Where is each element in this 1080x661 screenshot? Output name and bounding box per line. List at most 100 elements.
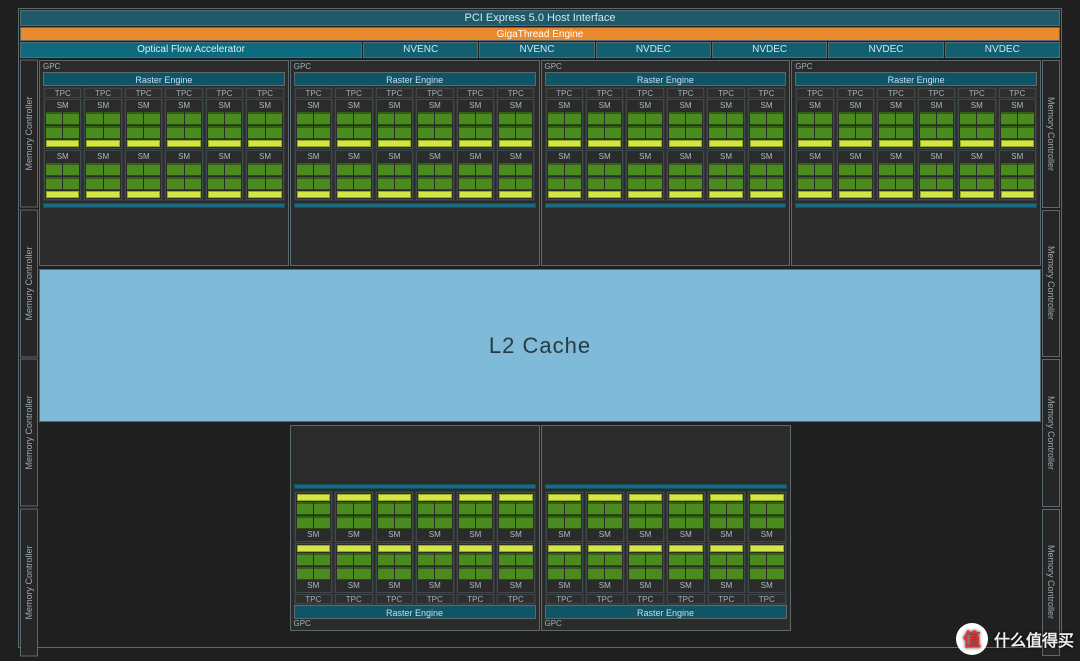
cuda-cores: [499, 126, 532, 139]
cuda-cores: [127, 112, 160, 125]
cuda-cores: [548, 502, 582, 515]
tpc-label: TPC: [44, 88, 81, 98]
nvdec-block: NVDEC: [945, 42, 1060, 58]
optical-flow-accelerator: Optical Flow Accelerator: [20, 42, 362, 58]
sm-label: SM: [46, 152, 79, 162]
sm-label: SM: [418, 581, 452, 591]
tpc-block: TPCSMSM: [294, 87, 333, 201]
tpc-block: TPCSMSM: [795, 87, 834, 201]
sm-block: SM: [246, 99, 283, 149]
cuda-cores: [548, 177, 581, 190]
memory-controller: Memory Controller: [20, 509, 38, 657]
cuda-cores: [378, 112, 411, 125]
tpc-block: TPCSMSM: [998, 87, 1037, 201]
cuda-cores: [248, 126, 281, 139]
cuda-cores: [588, 163, 621, 176]
raster-engine: Raster Engine: [43, 72, 285, 86]
tpc-label: TPC: [335, 88, 372, 98]
cuda-cores: [127, 126, 160, 139]
gpc-row-bottom: GPCRaster EngineTPCSMSMTPCSMSMTPCSMSMTPC…: [39, 425, 1041, 631]
sm-label: SM: [46, 101, 79, 111]
cuda-cores: [86, 177, 119, 190]
sm-block: SM: [335, 492, 373, 542]
cuda-cores: [86, 112, 119, 125]
tpc-block: TPCSMSM: [625, 87, 664, 201]
cuda-cores: [337, 553, 371, 566]
cuda-cores: [378, 177, 411, 190]
sm-label: SM: [378, 581, 412, 591]
cuda-cores: [750, 112, 783, 125]
cuda-cores: [418, 177, 451, 190]
sm-block: SM: [708, 543, 746, 593]
rt-core: [588, 191, 621, 198]
sm-label: SM: [248, 152, 281, 162]
tpc-block: TPCSMSM: [585, 491, 625, 605]
tpc-block: TPCSMSM: [205, 87, 244, 201]
cuda-cores: [669, 553, 703, 566]
cuda-cores: [548, 516, 582, 529]
rt-core: [378, 140, 411, 147]
rt-core: [798, 140, 831, 147]
tpc-block: TPCSMSM: [415, 491, 455, 605]
sm-block: SM: [335, 150, 372, 200]
cuda-cores: [499, 177, 532, 190]
cuda-cores: [167, 112, 200, 125]
tpc-label: TPC: [748, 88, 785, 98]
cuda-cores: [628, 177, 661, 190]
sm-label: SM: [709, 152, 742, 162]
nvdec-block: NVDEC: [596, 42, 711, 58]
tpc-block: TPCSMSM: [626, 491, 666, 605]
rt-core: [669, 494, 703, 501]
cuda-cores: [337, 126, 370, 139]
cuda-cores: [378, 502, 412, 515]
cuda-cores: [167, 126, 200, 139]
rt-core: [167, 191, 200, 198]
sm-block: SM: [667, 543, 705, 593]
cuda-cores: [46, 163, 79, 176]
sm-label: SM: [297, 152, 330, 162]
tpc-block: TPCSMSM: [545, 491, 585, 605]
tpc-label: TPC: [667, 88, 704, 98]
rt-core: [337, 191, 370, 198]
gpc-block: GPCRaster EngineTPCSMSMTPCSMSMTPCSMSMTPC…: [290, 425, 540, 631]
gpc-interconnect: [545, 203, 787, 208]
sm-block: SM: [457, 492, 495, 542]
tpc-block: TPCSMSM: [124, 87, 163, 201]
sm-label: SM: [297, 101, 330, 111]
tpc-block: TPCSMSM: [496, 491, 536, 605]
sm-block: SM: [457, 543, 495, 593]
sm-label: SM: [960, 101, 993, 111]
sm-block: SM: [295, 150, 332, 200]
cuda-cores: [750, 163, 783, 176]
tpc-block: TPCSMSM: [707, 491, 747, 605]
sm-label: SM: [337, 101, 370, 111]
cuda-cores: [710, 516, 744, 529]
cuda-cores: [798, 126, 831, 139]
cuda-cores: [167, 163, 200, 176]
rt-core: [297, 191, 330, 198]
rt-core: [960, 191, 993, 198]
cuda-cores: [418, 516, 452, 529]
sm-label: SM: [499, 101, 532, 111]
sm-block: SM: [748, 492, 786, 542]
tpc-block: TPCSMSM: [876, 87, 915, 201]
cuda-cores: [750, 553, 784, 566]
sm-block: SM: [586, 99, 623, 149]
watermark-text: 什么值得买: [994, 627, 1074, 651]
cuda-cores: [669, 163, 702, 176]
cuda-cores: [669, 567, 703, 580]
tpc-label: TPC: [999, 88, 1036, 98]
cuda-cores: [248, 163, 281, 176]
sm-label: SM: [960, 152, 993, 162]
sm-label: SM: [499, 530, 533, 540]
sm-label: SM: [418, 530, 452, 540]
sm-block: SM: [796, 150, 833, 200]
sm-block: SM: [708, 492, 746, 542]
sm-label: SM: [750, 152, 783, 162]
sm-block: SM: [416, 150, 453, 200]
cuda-cores: [588, 567, 622, 580]
tpc-block: TPCSMSM: [164, 87, 203, 201]
rt-core: [337, 545, 371, 552]
rt-core: [709, 191, 742, 198]
sm-block: SM: [497, 543, 535, 593]
